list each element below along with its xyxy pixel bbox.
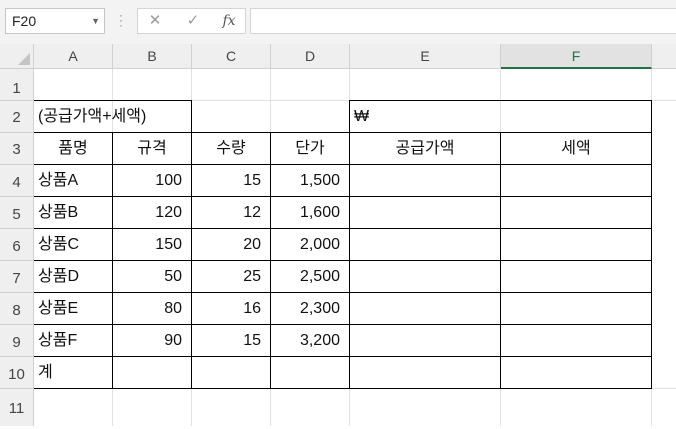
table-cell[interactable]: 상품E [34,293,112,325]
table-cell[interactable]: 100 [113,165,191,197]
table-cell[interactable]: 25 [192,261,270,293]
table-cell[interactable] [501,261,651,293]
cell-a3[interactable]: 품명 [34,133,112,165]
row-header-2[interactable]: 2 [0,101,34,133]
table-border [34,388,652,389]
table-cell[interactable]: 15 [192,325,270,357]
formula-input[interactable] [250,8,676,34]
table-cell[interactable]: 15 [192,165,270,197]
table-cell[interactable]: 상품A [34,165,112,197]
table-cell[interactable]: 20 [192,229,270,261]
table-cell[interactable] [350,165,500,197]
row-header-9[interactable]: 9 [0,325,34,357]
enter-icon[interactable]: ✓ [182,11,204,31]
table-cell[interactable]: 16 [192,293,270,325]
insert-function-icon[interactable]: fx [218,11,240,31]
column-header-a[interactable]: A [34,44,113,69]
row-header-5[interactable]: 5 [0,197,34,229]
column-header-overflow[interactable] [652,44,676,69]
more-options-icon[interactable]: · · · [118,9,124,31]
cell-c3[interactable]: 수량 [192,133,270,165]
formula-buttons: ✕ ✓ fx [137,8,246,34]
chevron-down-icon[interactable]: ▼ [91,9,100,33]
row-header-1[interactable]: 1 [0,69,34,101]
table-cell[interactable]: 상품C [34,229,112,261]
formula-bar: F20 ▼ · · · ✕ ✓ fx [0,0,676,44]
row-header-6[interactable]: 6 [0,229,34,261]
row-header-10[interactable]: 10 [0,357,34,389]
table-cell[interactable] [501,325,651,357]
table-cell[interactable]: 3,200 [271,325,349,357]
table-cell[interactable]: 상품B [34,197,112,229]
table-cell[interactable] [350,229,500,261]
select-all-button[interactable] [0,44,34,69]
table-cell[interactable]: 2,300 [271,293,349,325]
row-header-4[interactable]: 4 [0,165,34,197]
table-border [651,132,652,389]
table-cell[interactable]: 1,600 [271,197,349,229]
table-cell[interactable] [350,293,500,325]
table-cell[interactable] [501,229,651,261]
row-header-11[interactable]: 11 [0,389,34,426]
table-cell[interactable]: 80 [113,293,191,325]
table-border [651,100,652,133]
cell-a10[interactable]: 계 [34,357,112,389]
table-cell[interactable]: 상품D [34,261,112,293]
table-cell[interactable]: 50 [113,261,191,293]
table-cell[interactable]: 상품F [34,325,112,357]
table-cell[interactable] [501,165,651,197]
table-cell[interactable] [350,197,500,229]
table-cell[interactable]: 1,500 [271,165,349,197]
table-cell[interactable] [350,261,500,293]
select-all-icon [18,53,30,65]
column-header-e[interactable]: E [350,44,501,69]
row-header-8[interactable]: 8 [0,293,34,325]
table-cell[interactable]: 12 [192,197,270,229]
name-box[interactable]: F20 ▼ [5,8,105,34]
table-cell[interactable]: 90 [113,325,191,357]
table-cell[interactable] [501,197,651,229]
table-cell[interactable]: 150 [113,229,191,261]
row-header-7[interactable]: 7 [0,261,34,293]
cancel-icon[interactable]: ✕ [144,11,166,31]
column-header-f[interactable]: F [501,44,652,69]
cell-f3[interactable]: 세액 [501,133,651,165]
cell-d3[interactable]: 단가 [271,133,349,165]
table-cell[interactable]: 2,500 [271,261,349,293]
column-header-d[interactable]: D [271,44,350,69]
cell-b3[interactable]: 규격 [113,133,191,165]
table-cell[interactable] [501,293,651,325]
cell-a2[interactable]: (공급가액+세액) [34,101,194,133]
table-cell[interactable] [350,325,500,357]
column-header-c[interactable]: C [192,44,271,69]
cell-e3[interactable]: 공급가액 [350,133,500,165]
column-header-b[interactable]: B [113,44,192,69]
table-cell[interactable]: 2,000 [271,229,349,261]
row-header-3[interactable]: 3 [0,133,34,165]
cell-e2[interactable]: ₩ [350,101,500,133]
name-box-value: F20 [12,13,37,29]
table-cell[interactable]: 120 [113,197,191,229]
